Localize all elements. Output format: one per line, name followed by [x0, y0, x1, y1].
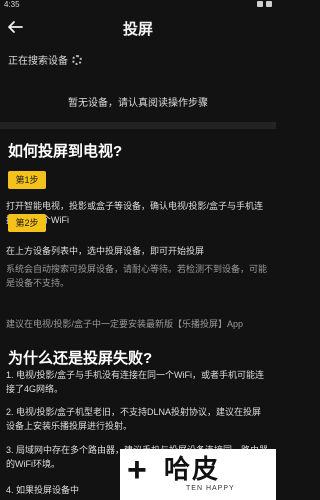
status-time: 4:35	[4, 0, 20, 9]
search-status: 正在搜索设备	[8, 52, 82, 67]
signal-icon	[257, 1, 263, 7]
search-status-text: 正在搜索设备	[8, 56, 68, 67]
watermark-text: 哈皮	[164, 454, 221, 484]
install-app-note: 建议在电视/投影/盒子中一定要安装最新版【乐播投屏】App	[6, 319, 244, 329]
status-icons	[257, 1, 272, 7]
watermark-logo: + 哈皮 TEN HAPPY	[120, 449, 276, 500]
section-divider	[0, 122, 276, 129]
status-bar: 4:35	[0, 0, 276, 10]
guide-heading: 如何投屏到电视?	[8, 143, 123, 160]
watermark-plus-icon: +	[127, 451, 147, 489]
step2-badge: 第2步	[8, 214, 46, 232]
step1-badge: 第1步	[8, 171, 46, 189]
faq-item-1: 1. 电视/投影/盒子与手机没有连接在同一个WiFi，或者手机可能连接了4G网络…	[6, 370, 265, 394]
battery-icon	[266, 1, 272, 7]
app-bar: 投屏	[0, 10, 276, 44]
empty-device-message: 暂无设备，请认真阅读操作步骤	[68, 98, 208, 109]
step2-text: 在上方设备列表中，选中投屏设备，即可开始投屏	[6, 246, 205, 256]
faq-heading: 为什么还是投屏失败?	[8, 350, 153, 367]
auto-search-note: 系统会自动搜索可投屏设备，请耐心等待。若检测不到设备，可能是设备不支持。	[6, 264, 268, 288]
loading-spinner-icon	[72, 54, 82, 65]
page-title: 投屏	[122, 21, 153, 38]
faq-item-2: 2. 电视/投影/盒子机型老旧，不支持DLNA投射协议，建议在投屏设备上安装乐播…	[6, 407, 262, 431]
watermark-subtext: TEN HAPPY	[186, 485, 235, 492]
